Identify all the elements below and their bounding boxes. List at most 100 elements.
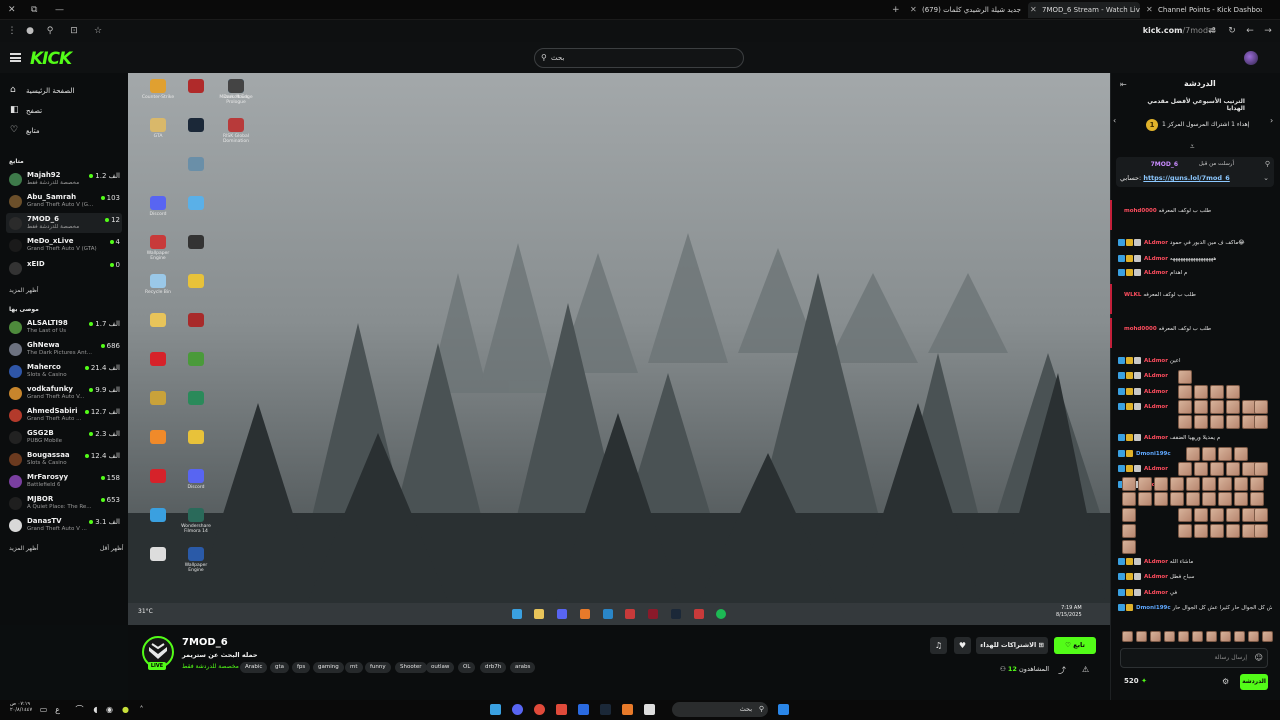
quick-emote[interactable] [1248, 631, 1259, 642]
desktop-icon[interactable] [150, 430, 166, 444]
quick-emote[interactable] [1206, 631, 1217, 642]
desktop-icon[interactable] [150, 235, 166, 249]
stream-tag[interactable]: funny [365, 662, 391, 673]
chat-username[interactable]: ALdmor [1144, 270, 1168, 276]
channel-points[interactable]: 520 ✦ [1124, 677, 1147, 685]
browser-tab[interactable]: ✕ (679) جديد شيلة الرشيدي كلمات [908, 2, 1024, 18]
desktop-icon[interactable] [188, 469, 204, 483]
taskbar-browser-icon[interactable] [622, 704, 633, 715]
extensions-icon[interactable]: ⚲ [44, 25, 56, 37]
chat-send-button[interactable]: الدردشة [1240, 674, 1268, 690]
sidebar-channel[interactable]: xEID 0 [6, 258, 122, 278]
search-input[interactable]: ⚲ بحث [534, 48, 744, 68]
site-settings-icon[interactable]: ⇄ [1206, 25, 1218, 37]
browser-tab[interactable]: ✕ Channel Points - Kick Dashboar [1144, 2, 1262, 18]
quick-emote[interactable] [1164, 631, 1175, 642]
scroll-down-icon[interactable]: ⩡ [1190, 142, 1195, 152]
desktop-icon[interactable] [228, 118, 244, 132]
chat-username[interactable]: WLKL [1124, 292, 1141, 298]
desktop-icon[interactable] [188, 196, 204, 210]
taskbar-app-icon[interactable] [490, 704, 501, 715]
emoji-icon[interactable]: ☺ [1255, 649, 1263, 667]
desktop-icon[interactable] [188, 274, 204, 288]
sidebar-channel[interactable]: Bougassaa Slots & Casino الف 12.4 [6, 449, 122, 469]
windows-search[interactable]: بحث ⚲ [672, 702, 768, 717]
share-icon[interactable]: ⤴ [1058, 665, 1066, 676]
pinned-link[interactable]: https://guns.lol/7mod_6 [1143, 174, 1229, 182]
quick-emote[interactable] [1220, 631, 1231, 642]
sidebar-channel[interactable]: vodkafunky Grand Theft Auto V... الف 9.9 [6, 383, 122, 403]
desktop-icon[interactable] [188, 79, 204, 93]
stream-video[interactable]: Counter-Strike GTA Microsoft Edge Discord Wa… [128, 73, 1110, 625]
show-more-link[interactable]: أظهر المزيد [9, 287, 39, 294]
sidebar-channel[interactable]: ALSALTI98 The Last of Us الف 1.7 [6, 317, 122, 337]
minimize-window-icon[interactable]: — [55, 4, 64, 16]
chat-username[interactable]: ALdmor [1144, 358, 1168, 364]
close-tab-icon[interactable]: ✕ [1146, 2, 1153, 18]
nav-item[interactable]: ♡ متابع [10, 124, 122, 138]
tray-app-icon[interactable]: ◉ [104, 704, 115, 715]
desktop-icon[interactable] [188, 118, 204, 132]
notification-icon[interactable]: ▭ [38, 704, 49, 715]
taskbar-app-icon[interactable] [556, 704, 567, 715]
chat-input[interactable]: إرسال رسالة ☺ [1120, 648, 1268, 668]
restore-window-icon[interactable]: ⧉ [31, 4, 37, 16]
sidebar-channel[interactable]: Majah92 مخصصة للدردشة فقط الف 1.2 [6, 169, 122, 189]
chat-username[interactable]: ALdmor [1144, 240, 1168, 246]
desktop-icon[interactable] [150, 391, 166, 405]
chevron-left-icon[interactable]: ‹ [1113, 116, 1116, 125]
close-tab-icon[interactable]: ✕ [910, 2, 917, 18]
close-tab-icon[interactable]: ✕ [1030, 2, 1037, 18]
stream-tag[interactable]: mt [345, 662, 363, 673]
menu-dots-icon[interactable]: ⋮ [6, 25, 18, 37]
stream-tag[interactable]: drb7h [480, 662, 507, 673]
language-icon[interactable]: ع [52, 704, 63, 715]
taskbar-chrome-icon[interactable] [534, 704, 545, 715]
sidebar-channel[interactable]: 7MOD_6 مخصصة للدردشة فقط 12 [6, 213, 122, 233]
show-more-link[interactable]: أظهر المزيد [9, 545, 39, 552]
menu-icon[interactable] [10, 53, 21, 62]
expand-pinned-icon[interactable]: ⌄ [1263, 174, 1269, 182]
collapse-chat-icon[interactable]: ⇤ [1120, 80, 1127, 89]
sidebar-channel[interactable]: MrFarosyy Battlefield 6 158 [6, 471, 122, 491]
sidebar-channel[interactable]: DanasTV Grand Theft Auto V ... الف 3.1 [6, 515, 122, 535]
sidebar-channel[interactable]: MeDo_xLive Grand Theft Auto V (GTA) 4 [6, 235, 122, 255]
desktop-icon[interactable] [150, 508, 166, 522]
quick-emote[interactable] [1262, 631, 1273, 642]
nav-item[interactable]: ⌂ الصفحة الرئيسية [10, 84, 122, 98]
stream-tag[interactable]: arabs [510, 662, 536, 673]
quick-emote[interactable] [1192, 631, 1203, 642]
back-icon[interactable]: ← [1244, 25, 1256, 37]
close-window-icon[interactable]: ✕ [8, 4, 16, 16]
taskbar-app-icon[interactable] [578, 704, 589, 715]
desktop-icon[interactable] [188, 430, 204, 444]
desktop-icon[interactable] [150, 79, 166, 93]
tray-app-icon[interactable]: ● [120, 704, 131, 715]
chat-username[interactable]: mohd0000 [1124, 326, 1157, 332]
desktop-icon[interactable] [150, 352, 166, 366]
sidebar-channel[interactable]: AhmedSabiri Grand Theft Auto ... الف 12.7 [6, 405, 122, 425]
stream-tag[interactable]: Arabic [240, 662, 268, 673]
report-icon[interactable]: ⚠ [1082, 665, 1089, 674]
desktop-icon[interactable] [150, 196, 166, 210]
taskbar-steam-icon[interactable] [600, 704, 611, 715]
sidebar-channel[interactable]: MJBOR A Quiet Place: The Re... 653 [6, 493, 122, 513]
chat-username[interactable]: Dmoni199c [1136, 451, 1171, 457]
forward-icon[interactable]: → [1262, 25, 1274, 37]
stream-tag[interactable]: fps [292, 662, 311, 673]
chat-username[interactable]: Dmoni199c [1136, 605, 1171, 611]
desktop-icon[interactable] [150, 313, 166, 327]
desktop-icon[interactable] [228, 79, 244, 93]
favorite-button[interactable]: ♥ [954, 637, 971, 654]
sidebar-channel[interactable]: Maherco Slots & Casino الف 21.4 [6, 361, 122, 381]
desktop-icon[interactable] [188, 508, 204, 522]
desktop-icon[interactable] [150, 469, 166, 483]
channel-name[interactable]: 7MOD_6 [182, 637, 228, 648]
reload-icon[interactable]: ↻ [1226, 25, 1238, 37]
nav-item[interactable]: ◧ تصفح [10, 104, 122, 118]
chat-username[interactable]: ALdmor [1144, 590, 1168, 596]
show-less-link[interactable]: أظهر أقل [100, 545, 124, 552]
taskbar-discord-icon[interactable] [512, 704, 523, 715]
quick-emote[interactable] [1122, 631, 1133, 642]
chat-username[interactable]: ALdmor [1144, 404, 1168, 410]
